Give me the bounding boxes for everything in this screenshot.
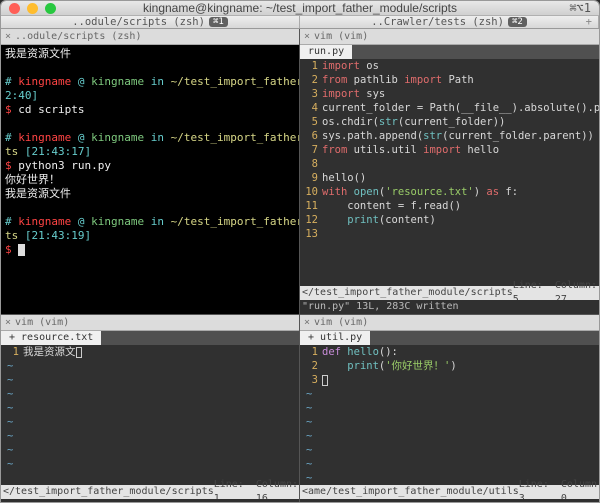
minimize-icon[interactable] bbox=[27, 3, 38, 14]
code-area[interactable]: 1我是资源文 ~ ~ ~ ~ ~ ~ ~ ~ bbox=[1, 345, 299, 485]
cursor-icon bbox=[322, 375, 328, 386]
close-pane-icon[interactable]: × bbox=[304, 317, 310, 328]
pane-grid: × ..odule/scripts (zsh) 我是资源文件 # kingnam… bbox=[1, 29, 599, 503]
window-title: kingname@kingname: ~/test_import_father_… bbox=[1, 1, 599, 15]
output-line: 我是资源文件 bbox=[5, 47, 71, 60]
message-line bbox=[1, 499, 299, 503]
editor[interactable]: + resource.txt 1我是资源文 ~ ~ ~ ~ ~ ~ ~ ~ </… bbox=[1, 331, 299, 503]
status-line: </test_import_father_module/scriptsLine:… bbox=[1, 485, 299, 499]
close-pane-icon[interactable]: × bbox=[5, 31, 11, 42]
new-tab-button[interactable]: + bbox=[586, 16, 592, 28]
pane-top-right: × vim (vim) run.py 1import os 2from path… bbox=[300, 29, 599, 315]
pane-top-left: × ..odule/scripts (zsh) 我是资源文件 # kingnam… bbox=[1, 29, 300, 315]
tab-strip: ..odule/scripts (zsh) ⌘1 ..Crawler/tests… bbox=[1, 16, 599, 29]
close-pane-icon[interactable]: × bbox=[304, 31, 310, 42]
status-path: </test_import_father_module/scripts bbox=[3, 485, 214, 499]
code-area[interactable]: 1import os 2from pathlib import Path 3im… bbox=[300, 59, 599, 286]
buffer-tabs: + resource.txt bbox=[1, 331, 299, 345]
pane-header[interactable]: × ..odule/scripts (zsh) bbox=[1, 29, 299, 45]
buffer-tabs: run.py bbox=[300, 45, 599, 59]
tab-label: ..Crawler/tests (zsh) bbox=[371, 16, 504, 28]
cursor-icon bbox=[76, 347, 82, 358]
titlebar[interactable]: kingname@kingname: ~/test_import_father_… bbox=[1, 1, 599, 16]
code-area[interactable]: 1def hello(): 2 print('你好世界！') 3 ~ ~ ~ ~… bbox=[300, 345, 599, 485]
terminal-output[interactable]: 我是资源文件 # kingname @ kingname in ~/test_i… bbox=[1, 45, 299, 314]
status-line: </test_import_father_module/scriptsLine:… bbox=[300, 286, 599, 300]
buffer-tabs: + util.py bbox=[300, 331, 599, 345]
pane-header[interactable]: × vim (vim) bbox=[1, 315, 299, 331]
maximize-icon[interactable] bbox=[45, 3, 56, 14]
status-path: <ame/test_import_father_module/utils bbox=[302, 485, 519, 499]
message-line bbox=[300, 499, 599, 503]
tab-left[interactable]: ..odule/scripts (zsh) ⌘1 bbox=[1, 16, 300, 28]
pane-header[interactable]: × vim (vim) bbox=[300, 315, 599, 331]
tab-right[interactable]: ..Crawler/tests (zsh) ⌘2 + bbox=[300, 16, 599, 28]
pane-title: vim (vim) bbox=[15, 317, 69, 328]
editor[interactable]: run.py 1import os 2from pathlib import P… bbox=[300, 45, 599, 314]
tab-label: ..odule/scripts (zsh) bbox=[72, 16, 205, 28]
buffer-tab[interactable]: run.py bbox=[300, 45, 352, 59]
traffic-lights bbox=[9, 3, 56, 14]
pane-title: ..odule/scripts (zsh) bbox=[15, 31, 141, 42]
terminal-window: kingname@kingname: ~/test_import_father_… bbox=[0, 0, 600, 503]
tab-badge: ⌘2 bbox=[508, 17, 527, 27]
pane-title: vim (vim) bbox=[314, 31, 368, 42]
close-icon[interactable] bbox=[9, 3, 20, 14]
message-line: "run.py" 13L, 283C written bbox=[300, 300, 599, 314]
buffer-tab[interactable]: + resource.txt bbox=[1, 331, 101, 345]
pane-bottom-right: × vim (vim) + util.py 1def hello(): 2 pr… bbox=[300, 315, 599, 503]
shortcut-label: ⌘⌥1 bbox=[569, 1, 591, 15]
pane-bottom-left: × vim (vim) + resource.txt 1我是资源文 ~ ~ ~ … bbox=[1, 315, 300, 503]
status-path: </test_import_father_module/scripts bbox=[302, 286, 513, 300]
tab-badge: ⌘1 bbox=[209, 17, 228, 27]
close-pane-icon[interactable]: × bbox=[5, 317, 11, 328]
pane-header[interactable]: × vim (vim) bbox=[300, 29, 599, 45]
editor[interactable]: + util.py 1def hello(): 2 print('你好世界！')… bbox=[300, 331, 599, 503]
status-line: <ame/test_import_father_module/utilsLine… bbox=[300, 485, 599, 499]
pane-title: vim (vim) bbox=[314, 317, 368, 328]
cursor-icon bbox=[18, 244, 25, 256]
buffer-tab[interactable]: + util.py bbox=[300, 331, 370, 345]
